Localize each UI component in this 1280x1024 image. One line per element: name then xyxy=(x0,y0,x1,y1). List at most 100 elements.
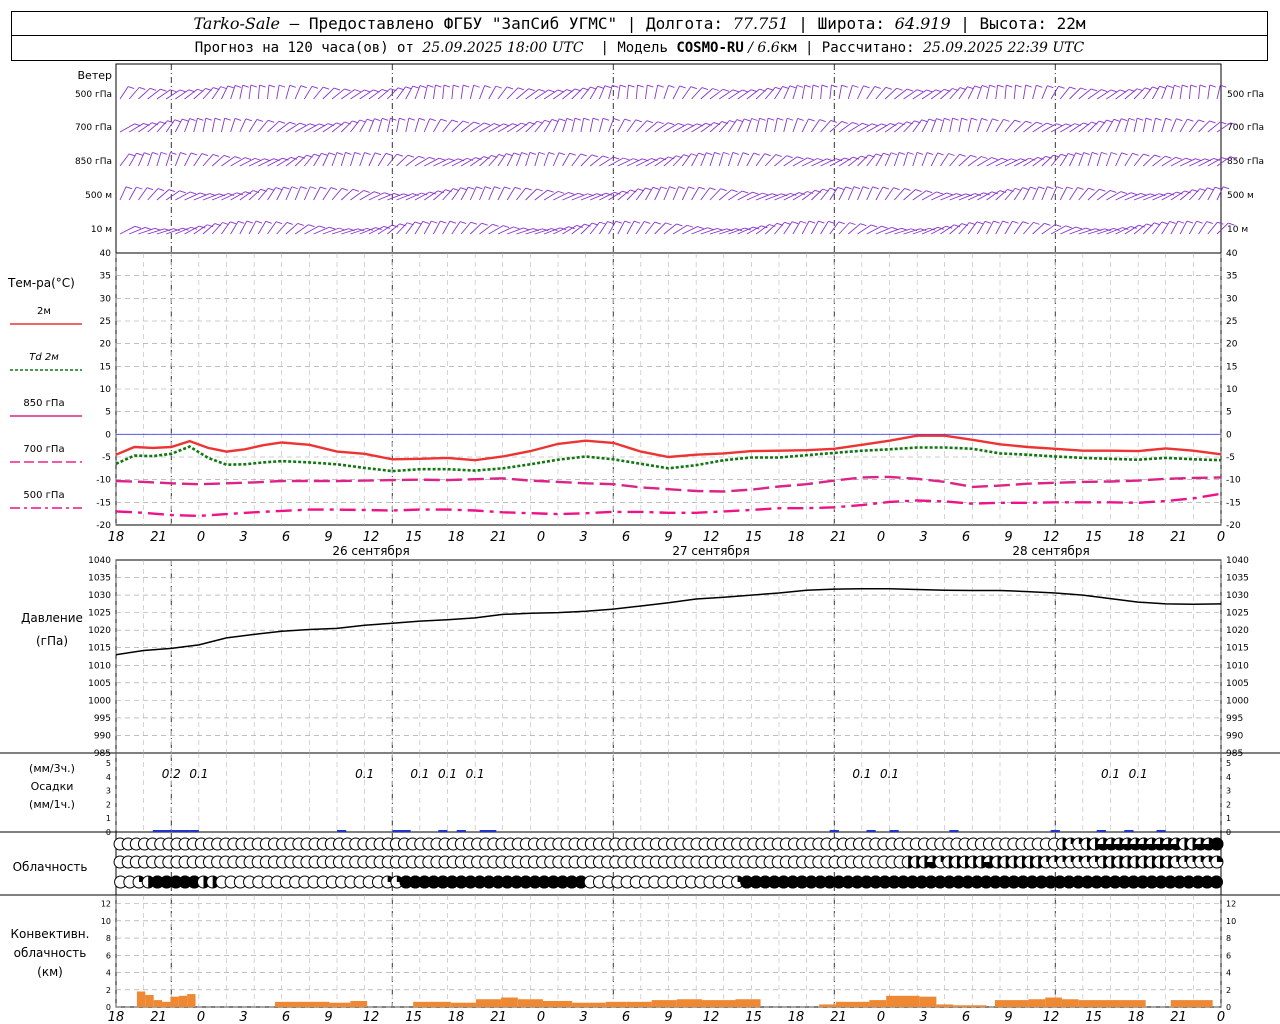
wind-barb-flag xyxy=(592,117,600,121)
wind-barb-flag xyxy=(676,223,683,227)
wind-barb-flag xyxy=(807,157,814,161)
wind-barb xyxy=(396,154,409,167)
wind-barb-flag xyxy=(668,122,675,126)
wind-level-label-left: 700 гПа xyxy=(75,123,112,133)
wind-barb-flag xyxy=(190,152,198,156)
wind-barb-flag xyxy=(1155,117,1162,121)
time-tick-upper: 9 xyxy=(1004,530,1012,545)
wind-barb-flag xyxy=(637,84,644,88)
wind-barb-flag xyxy=(352,188,359,192)
precip-1h-label: (мм/1ч.) xyxy=(29,798,75,811)
wind-barb-flag xyxy=(494,186,501,190)
wind-barb-flag xyxy=(882,186,890,190)
wind-barb-flag xyxy=(483,122,491,126)
precip-bar xyxy=(401,830,411,832)
wind-barb-flag xyxy=(742,190,749,194)
wind-barb-flag xyxy=(946,192,953,196)
wind-barb xyxy=(589,155,603,167)
conv-bar xyxy=(1078,1000,1121,1007)
precip-bar xyxy=(180,830,190,832)
wind-barb-flag xyxy=(678,186,685,190)
wind-barb-flag xyxy=(364,152,371,155)
wind-barb-flag xyxy=(984,220,992,224)
wind-barb-flag xyxy=(591,154,598,158)
wind-barb-flag xyxy=(495,85,502,89)
precip-bar xyxy=(1124,830,1134,832)
wind-barb-flag xyxy=(948,153,955,156)
temp-title: Тем-ра(°С) xyxy=(7,276,75,290)
wind-barb-flag xyxy=(318,225,326,229)
wind-barb-flag xyxy=(1190,84,1197,88)
wind-barb-flag xyxy=(698,186,706,190)
wind-barb-flag xyxy=(792,221,799,225)
wind-barb-flag xyxy=(871,224,878,228)
wind-barb xyxy=(1188,220,1197,235)
wind-barb-flag xyxy=(742,152,750,156)
precip-bar xyxy=(337,830,347,832)
wind-barb-flag xyxy=(613,118,620,122)
wind-barb xyxy=(1050,86,1059,100)
conv-bar xyxy=(178,995,188,1007)
wind-barb-flag xyxy=(1022,221,1029,225)
time-tick-upper: 12 xyxy=(1043,530,1060,545)
wind-barb xyxy=(1004,221,1013,235)
wind-barb-flag xyxy=(808,220,816,224)
wind-barb-flag xyxy=(1083,152,1090,155)
wind-barb-flag xyxy=(602,117,610,121)
wind-barb-flag xyxy=(429,118,436,122)
wind-barb-flag xyxy=(1111,152,1118,155)
wind-barb xyxy=(1198,84,1201,100)
time-tick-lower: 18 xyxy=(108,1010,125,1024)
conv-ytick-right: 8 xyxy=(1226,934,1231,943)
temp-ytick-left: 10 xyxy=(100,385,112,395)
temp-ytick-right: -15 xyxy=(1226,498,1241,508)
wind-barb-flag xyxy=(967,86,974,90)
precip-3h-label: 0.1 xyxy=(852,767,871,781)
wind-barb-flag xyxy=(628,84,635,88)
precip-3h-label: 0.1 xyxy=(466,767,485,781)
wind-barb xyxy=(1004,119,1016,133)
wind-barb xyxy=(1023,222,1034,235)
wind-barb-flag xyxy=(1110,189,1117,193)
wind-barb xyxy=(488,186,495,201)
conv-title: облачность xyxy=(14,946,87,960)
wind-barb-flag xyxy=(1065,225,1072,229)
wind-barb-flag xyxy=(189,191,197,195)
meteogram-svg: 500 гПа 500 гПа 700 гПа 700 гПа 850 гПа 850 г… xyxy=(0,63,1280,1024)
time-axes: 1818212100336699121215151818212100336699… xyxy=(108,530,1225,1024)
wind-barb-flag xyxy=(602,155,609,159)
pressure-ytick-left: 995 xyxy=(94,714,111,724)
wind-barb-flag xyxy=(405,86,412,90)
wind-level-label-right: 700 гПа xyxy=(1227,123,1264,133)
wind-barb-flag xyxy=(275,187,282,190)
wind-barb xyxy=(875,87,887,100)
time-tick-upper: 21 xyxy=(150,530,167,545)
wind-barb-flag xyxy=(723,151,730,155)
wind-barb-flag xyxy=(238,220,245,224)
wind-barb-flag xyxy=(419,85,427,88)
wind-barb-flag xyxy=(181,118,189,122)
wind-barb xyxy=(681,86,692,100)
wind-barb-flag xyxy=(797,156,804,160)
wind-barb-flag xyxy=(212,153,220,157)
wind-barb-flag xyxy=(862,186,870,190)
wind-barb-flag xyxy=(1056,123,1063,127)
wind-barb xyxy=(792,118,799,133)
conv-bar xyxy=(1120,1000,1146,1007)
time-tick-lower: 0 xyxy=(1217,1010,1225,1024)
pressure-ytick-left: 1025 xyxy=(88,609,111,619)
wind-barb-flag xyxy=(759,117,766,121)
wind-barb-flag xyxy=(422,220,429,224)
precip-3h-label-left: (мм/3ч.) xyxy=(29,762,75,775)
wind-barb xyxy=(516,187,527,201)
wind-barb-flag xyxy=(1014,187,1022,191)
wind-barb-flag xyxy=(1014,119,1021,123)
wind-barb-flag xyxy=(548,89,555,93)
wind-barb-flag xyxy=(313,153,321,157)
wind-barb-flag xyxy=(690,86,698,90)
wind-barb xyxy=(1032,223,1045,235)
precip-ytick-right: 4 xyxy=(1226,773,1231,782)
wind-barb-flag xyxy=(513,226,520,230)
wind-barb xyxy=(580,154,593,167)
time-tick-upper: 6 xyxy=(282,530,290,545)
